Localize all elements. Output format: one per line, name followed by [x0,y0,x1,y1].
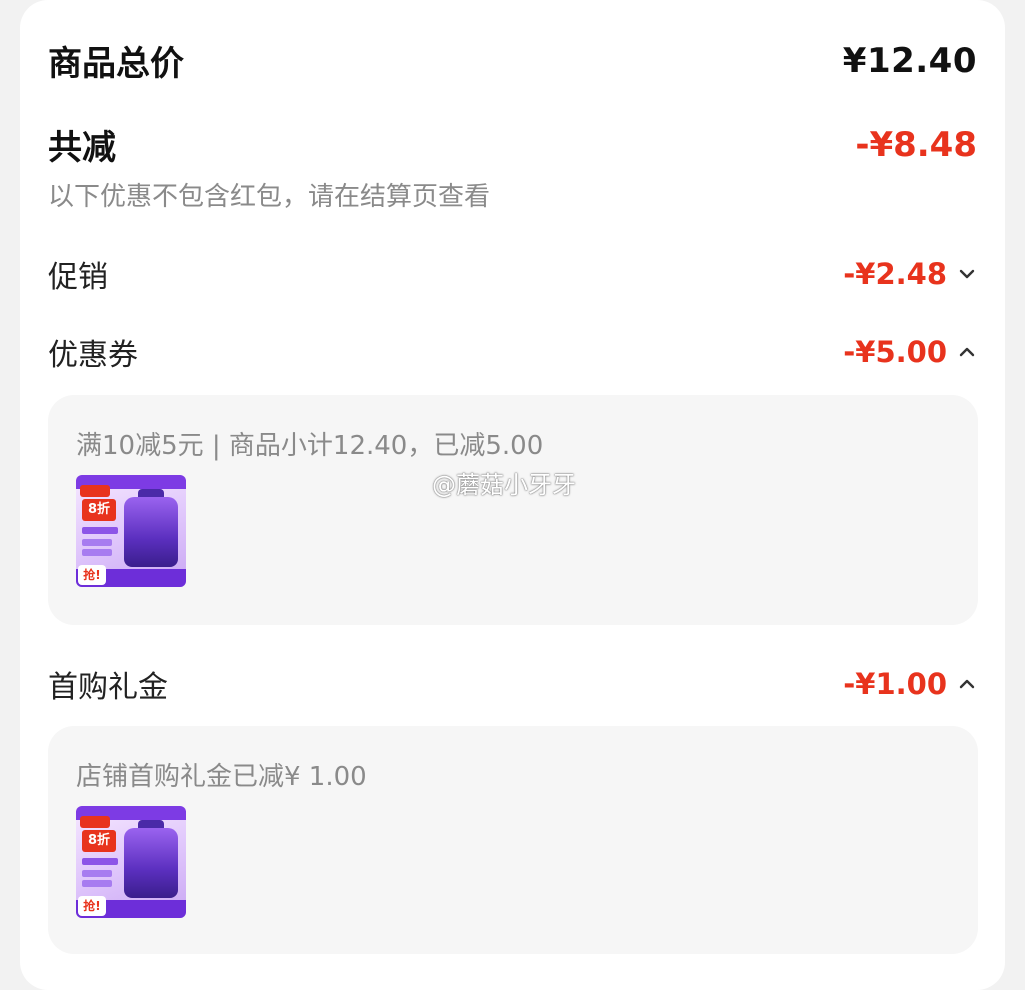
promotion-amount: -¥2.48 [843,257,947,291]
first-purchase-gift-row[interactable]: 首购礼金 -¥1.00 [48,662,977,706]
coupon-amount: -¥5.00 [843,335,947,369]
coupon-detail-box: 满10减5元 | 商品小计12.40，已减5.00 8折 抢! [48,395,978,625]
total-row: 商品总价 ¥12.40 [48,36,977,85]
discount-row: 共减 -¥8.48 [48,120,977,169]
first-purchase-detail-box: 店铺首购礼金已减¥ 1.00 8折 抢! [48,726,978,954]
chevron-down-icon[interactable] [957,267,977,281]
grab-tag: 抢! [78,565,106,585]
coupon-detail-text: 满10减5元 | 商品小计12.40，已减5.00 [76,431,544,461]
chevron-up-icon[interactable] [957,677,977,691]
promotion-row[interactable]: 促销 -¥2.48 [48,252,977,296]
sale-badge: 8折 [82,830,116,852]
sale-badge: 8折 [82,499,116,521]
product-thumbnail[interactable]: 8折 抢! [76,806,186,918]
first-purchase-gift-label: 首购礼金 [48,670,168,705]
discount-label: 共减 [48,128,116,168]
product-thumbnail[interactable]: 8折 抢! [76,475,186,587]
watermark: @蘑菇小牙牙 [432,471,576,499]
total-label: 商品总价 [48,44,184,84]
coupon-label: 优惠券 [48,338,138,373]
discount-note: 以下优惠不包含红包，请在结算页查看 [48,182,491,212]
promotion-label: 促销 [48,260,108,295]
first-purchase-gift-amount: -¥1.00 [843,667,947,701]
chevron-up-icon[interactable] [957,345,977,359]
total-value: ¥12.40 [842,40,977,81]
first-purchase-detail-text: 店铺首购礼金已减¥ 1.00 [76,762,367,792]
discount-value: -¥8.48 [855,124,977,165]
grab-tag: 抢! [78,896,106,916]
coupon-row[interactable]: 优惠券 -¥5.00 [48,330,977,374]
